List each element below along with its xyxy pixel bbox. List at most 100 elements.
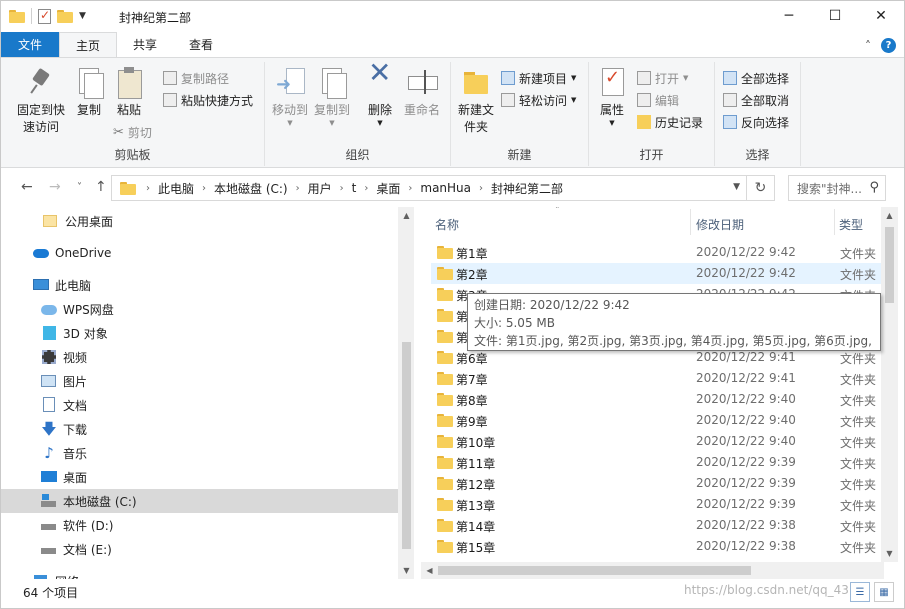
chevron-down-icon[interactable]: ▼ xyxy=(733,182,740,192)
scroll-down-icon[interactable]: ▼ xyxy=(398,562,414,579)
rename-button[interactable]: 重命名 xyxy=(401,66,443,119)
maximize-button[interactable]: ☐ xyxy=(812,1,858,31)
nav-pane-scrollbar[interactable]: ▲ ▼ xyxy=(398,207,414,579)
nav-item-this-pc[interactable]: 此电脑 xyxy=(1,273,398,297)
nav-item-desktop[interactable]: 桌面 xyxy=(1,465,398,489)
chevron-right-icon[interactable]: › xyxy=(408,183,412,194)
properties-button[interactable]: 属性 ▼ xyxy=(595,66,629,127)
table-row[interactable]: 第7章 2020/12/22 9:41 文件夹 xyxy=(431,368,886,389)
nav-item-music[interactable]: ♪ 音乐 xyxy=(1,441,398,465)
minimize-button[interactable]: ─ xyxy=(766,1,812,31)
details-view-button[interactable]: ☰ xyxy=(850,582,870,602)
scroll-up-icon[interactable]: ▲ xyxy=(881,207,898,224)
address-bar[interactable]: › 此电脑 › 本地磁盘 (C:) › 用户 › t › 桌面 › manHua… xyxy=(111,175,775,201)
open-button[interactable]: 打开 ▼ xyxy=(637,68,688,88)
invert-selection-button[interactable]: 反向选择 xyxy=(723,112,789,132)
move-to-button[interactable]: 移动到 ▼ xyxy=(269,66,311,127)
breadcrumb-item[interactable]: t xyxy=(352,181,357,195)
table-row[interactable]: 第1章 2020/12/22 9:42 文件夹 xyxy=(431,242,886,263)
column-divider[interactable] xyxy=(834,209,835,235)
tab-share[interactable]: 共享 xyxy=(117,32,173,57)
column-name[interactable]: 名称 xyxy=(435,216,459,233)
cut-button[interactable]: ✂ 剪切 xyxy=(113,122,152,142)
copy-icon xyxy=(73,66,105,99)
scroll-left-icon[interactable]: ◀ xyxy=(421,562,438,579)
tab-file[interactable]: 文件 xyxy=(1,32,59,57)
nav-item-public-desktop[interactable]: 公用桌面 xyxy=(1,209,398,233)
chevron-right-icon[interactable]: › xyxy=(202,183,206,194)
nav-item-documents[interactable]: 文档 xyxy=(1,393,398,417)
scrollbar-thumb[interactable] xyxy=(885,227,894,303)
table-row[interactable]: 第11章 2020/12/22 9:39 文件夹 xyxy=(431,452,886,473)
nav-item-3d-objects[interactable]: 3D 对象 xyxy=(1,321,398,345)
new-folder-icon[interactable] xyxy=(57,9,73,23)
nav-item-local-disk-c[interactable]: 本地磁盘 (C:) xyxy=(1,489,398,513)
scrollbar-thumb[interactable] xyxy=(438,566,751,575)
table-row[interactable]: 第8章 2020/12/22 9:40 文件夹 xyxy=(431,389,886,410)
history-button[interactable]: 历史记录 xyxy=(637,112,703,132)
new-folder-button[interactable]: 新建文件夹 xyxy=(457,66,495,136)
edit-button[interactable]: 编辑 xyxy=(637,90,679,110)
folder-icon xyxy=(437,288,453,301)
breadcrumb-item[interactable]: 封神纪第二部 xyxy=(491,180,563,197)
paste-shortcut-button[interactable]: 粘贴快捷方式 xyxy=(163,90,253,110)
nav-item-drive-d[interactable]: 软件 (D:) xyxy=(1,513,398,537)
search-input[interactable]: 搜索"封神... ⚲ xyxy=(788,175,886,201)
nav-item-network[interactable]: 网络 xyxy=(1,569,398,579)
chevron-down-icon[interactable]: ▼ xyxy=(79,11,86,21)
back-button[interactable]: ← xyxy=(21,179,33,195)
breadcrumb-item[interactable]: 此电脑 xyxy=(158,180,194,197)
refresh-button[interactable]: ↻ xyxy=(746,176,774,200)
nav-item-videos[interactable]: 视频 xyxy=(1,345,398,369)
nav-item-wps-drive[interactable]: WPS网盘 xyxy=(1,297,398,321)
horizontal-scrollbar[interactable]: ◀ xyxy=(421,562,884,579)
new-item-button[interactable]: 新建项目 ▼ xyxy=(501,68,576,88)
breadcrumb-item[interactable]: 桌面 xyxy=(376,180,400,197)
up-button[interactable]: ↑ xyxy=(95,179,107,195)
scroll-up-icon[interactable]: ▲ xyxy=(398,207,414,224)
table-row[interactable]: 第10章 2020/12/22 9:40 文件夹 xyxy=(431,431,886,452)
file-list-scrollbar[interactable]: ▲ ▼ xyxy=(881,207,898,562)
large-icons-view-button[interactable]: ▦ xyxy=(874,582,894,602)
properties-icon[interactable] xyxy=(38,8,51,24)
scroll-down-icon[interactable]: ▼ xyxy=(881,545,898,562)
table-row[interactable]: 第13章 2020/12/22 9:39 文件夹 xyxy=(431,494,886,515)
column-type[interactable]: 类型 xyxy=(839,216,863,233)
chevron-right-icon[interactable]: › xyxy=(364,183,368,194)
forward-button[interactable]: → xyxy=(49,179,61,195)
close-button[interactable]: ✕ xyxy=(858,1,904,31)
copy-button[interactable]: 复制 xyxy=(71,66,107,119)
table-row[interactable]: 第12章 2020/12/22 9:39 文件夹 xyxy=(431,473,886,494)
select-none-button[interactable]: 全部取消 xyxy=(723,90,789,110)
select-all-button[interactable]: 全部选择 xyxy=(723,68,789,88)
breadcrumb-item[interactable]: manHua xyxy=(420,181,471,195)
nav-item-downloads[interactable]: 🡇 下载 xyxy=(1,417,398,441)
chevron-right-icon[interactable]: › xyxy=(340,183,344,194)
table-row[interactable]: 第15章 2020/12/22 9:38 文件夹 xyxy=(431,536,886,557)
chevron-right-icon[interactable]: › xyxy=(479,183,483,194)
copy-path-button[interactable]: 复制路径 xyxy=(163,68,229,88)
delete-button[interactable]: 删除 ▼ xyxy=(363,64,397,127)
help-icon[interactable]: ? xyxy=(881,38,896,53)
easy-access-button[interactable]: 轻松访问 ▼ xyxy=(501,90,576,110)
breadcrumb-item[interactable]: 用户 xyxy=(308,180,332,197)
tab-home[interactable]: 主页 xyxy=(59,32,118,57)
tab-view[interactable]: 查看 xyxy=(173,32,229,57)
collapse-ribbon-icon[interactable]: ˄ xyxy=(865,39,871,53)
breadcrumb-item[interactable]: 本地磁盘 (C:) xyxy=(214,180,288,197)
pin-to-quick-access-button[interactable]: 固定到快速访问 xyxy=(13,66,69,136)
nav-item-onedrive[interactable]: OneDrive xyxy=(1,241,398,265)
table-row[interactable]: 第9章 2020/12/22 9:40 文件夹 xyxy=(431,410,886,431)
recent-locations-button[interactable]: ˅ xyxy=(77,182,82,193)
table-row[interactable]: 第2章 2020/12/22 9:42 文件夹 xyxy=(431,263,886,284)
quick-access-toolbar: ▼ xyxy=(9,8,86,24)
copy-to-button[interactable]: 复制到 ▼ xyxy=(311,66,353,127)
scrollbar-thumb[interactable] xyxy=(402,342,411,549)
chevron-right-icon[interactable]: › xyxy=(296,183,300,194)
nav-item-pictures[interactable]: 图片 xyxy=(1,369,398,393)
column-date[interactable]: 修改日期 xyxy=(696,216,744,233)
paste-button[interactable]: 粘贴 xyxy=(111,66,147,119)
column-divider[interactable] xyxy=(690,209,691,235)
nav-item-drive-e[interactable]: 文档 (E:) xyxy=(1,537,398,561)
table-row[interactable]: 第14章 2020/12/22 9:38 文件夹 xyxy=(431,515,886,536)
